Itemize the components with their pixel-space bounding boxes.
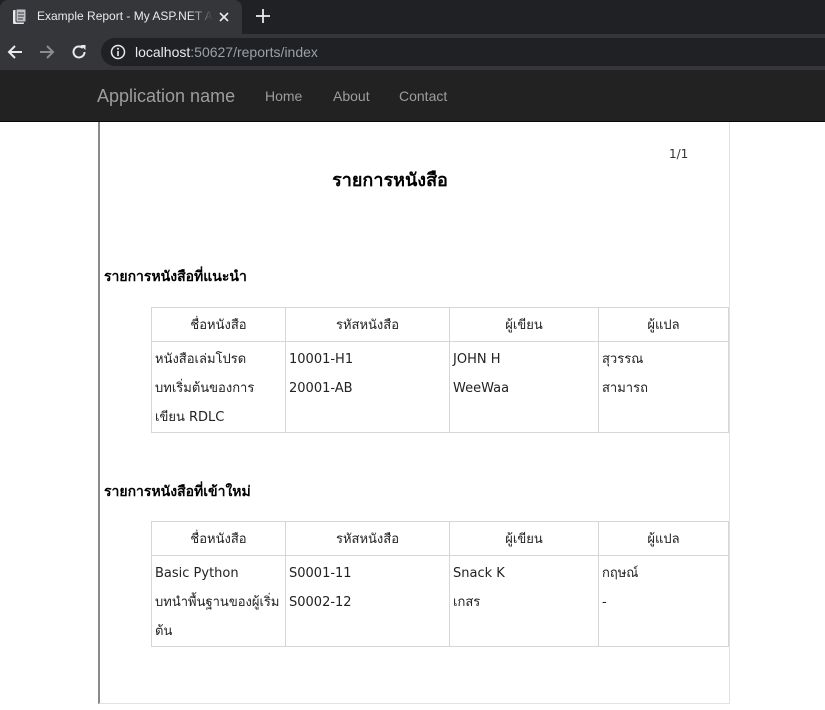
column-header-title: ชื่อหนังสือ (151, 307, 286, 342)
close-tab-icon[interactable] (217, 10, 231, 24)
brand-link[interactable]: Application name (97, 86, 235, 107)
cell-title: หนังสือเล่มโปรด (151, 341, 286, 374)
cell-title: Basic Python (151, 555, 286, 588)
cell-title: บทเริ่มต้นของการเขียน RDLC (151, 374, 286, 433)
column-header-code: รหัสหนังสือ (285, 521, 450, 556)
cell-translator: - (598, 588, 729, 647)
page-number: 1/1 (669, 147, 689, 161)
nav-link-about[interactable]: About (333, 88, 370, 104)
new-tab-icon[interactable] (255, 8, 271, 24)
table-header-row: ชื่อหนังสือ รหัสหนังสือ ผู้เขียน ผู้แปล (151, 521, 729, 556)
table-row: Basic Python S0001-11 Snack K กฤษณ์ (151, 555, 729, 588)
nav-link-contact[interactable]: Contact (399, 88, 447, 104)
browser-tab[interactable]: Example Report - My ASP.NET Application (0, 0, 242, 34)
info-icon[interactable] (110, 44, 126, 60)
cell-author: เกสร (449, 588, 599, 647)
cell-code: 20001-AB (285, 374, 450, 433)
recommended-books-table: ชื่อหนังสือ รหัสหนังสือ ผู้เขียน ผู้แปล … (151, 307, 729, 433)
document-icon (13, 9, 27, 24)
cell-translator: สุวรรณ (598, 341, 729, 374)
forward-arrow-icon[interactable] (38, 43, 56, 61)
cell-author: JOHN H (449, 341, 599, 374)
cell-author: WeeWaa (449, 374, 599, 433)
cell-code: S0001-11 (285, 555, 450, 588)
tab-title: Example Report - My ASP.NET Application (37, 9, 213, 23)
cell-author: Snack K (449, 555, 599, 588)
column-header-author: ผู้เขียน (449, 521, 599, 556)
section-title-recommended: รายการหนังสือที่แนะนำ (104, 269, 247, 285)
table-header-row: ชื่อหนังสือ รหัสหนังสือ ผู้เขียน ผู้แปล (151, 307, 729, 342)
cell-translator: สามารถ (598, 374, 729, 433)
url-path: :50627/reports/index (190, 44, 318, 60)
report-title: รายการหนังสือ (332, 170, 448, 191)
url-host: localhost (135, 44, 191, 60)
table-row: บทนำพื้นฐานของผู้เริ่มต้น S0002-12 เกสร … (151, 588, 729, 647)
back-arrow-icon[interactable] (6, 43, 24, 61)
table-row: บทเริ่มต้นของการเขียน RDLC 20001-AB WeeW… (151, 374, 729, 433)
column-header-code: รหัสหนังสือ (285, 307, 450, 342)
new-books-table: ชื่อหนังสือ รหัสหนังสือ ผู้เขียน ผู้แปล … (151, 521, 729, 647)
column-header-author: ผู้เขียน (449, 307, 599, 342)
address-url[interactable]: localhost:50627/reports/index (135, 44, 318, 60)
section-title-new-arrivals: รายการหนังสือที่เข้าใหม่ (104, 484, 251, 500)
cell-translator: กฤษณ์ (598, 555, 729, 588)
reload-icon[interactable] (70, 43, 88, 61)
cell-title: บทนำพื้นฐานของผู้เริ่มต้น (151, 588, 286, 647)
column-header-translator: ผู้แปล (598, 307, 729, 342)
column-header-translator: ผู้แปล (598, 521, 729, 556)
nav-link-home[interactable]: Home (265, 88, 302, 104)
cell-code: 10001-H1 (285, 341, 450, 374)
table-row: หนังสือเล่มโปรด 10001-H1 JOHN H สุวรรณ (151, 341, 729, 374)
column-header-title: ชื่อหนังสือ (151, 521, 286, 556)
cell-code: S0002-12 (285, 588, 450, 647)
